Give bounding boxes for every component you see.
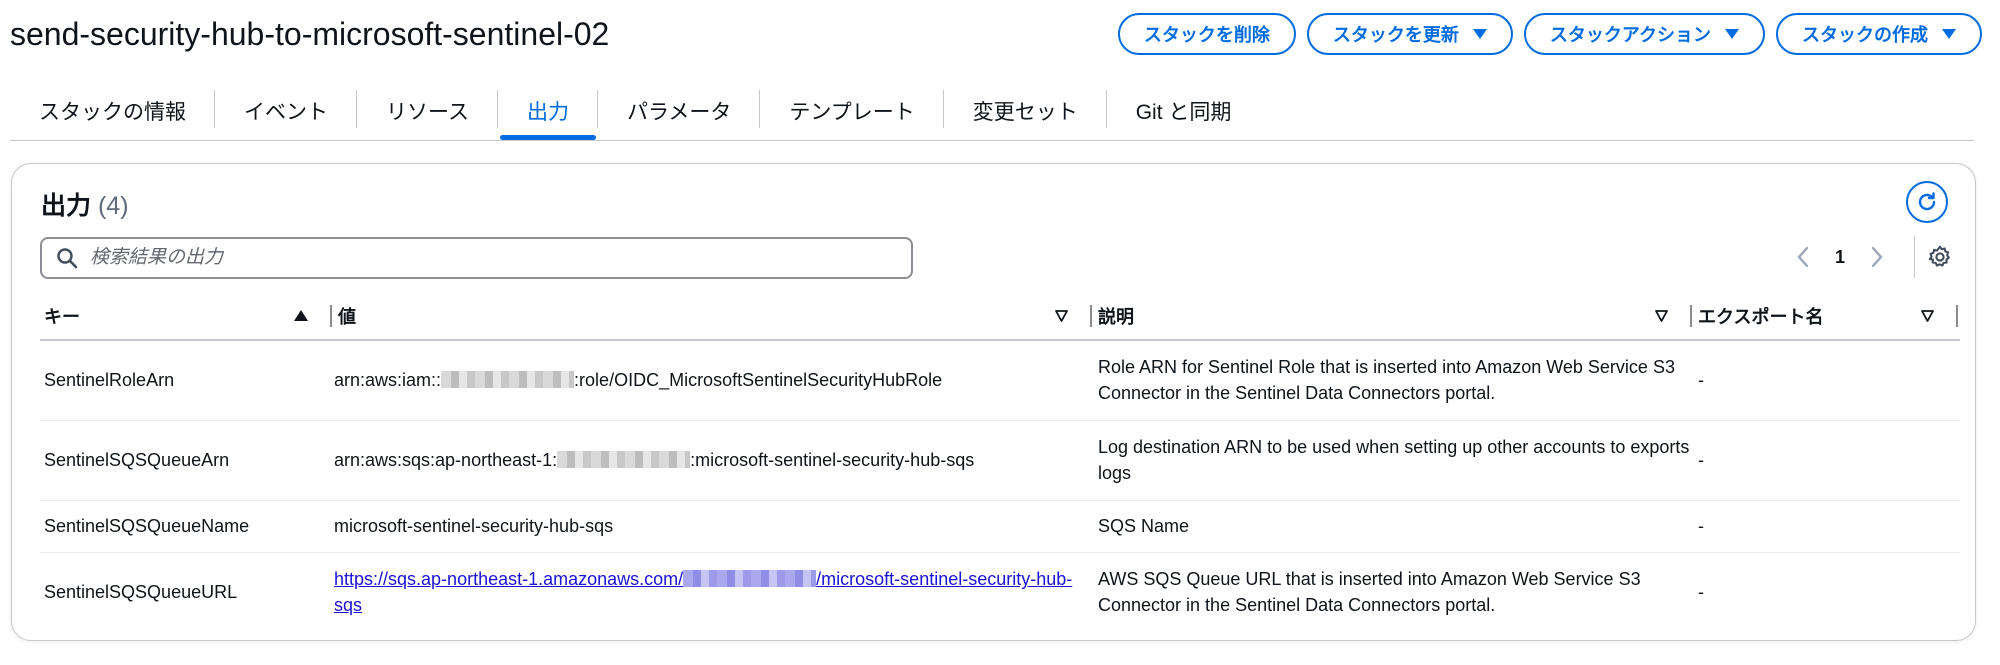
outputs-table: キー 値 説明 エクスポート名 SentinelRoleArn arn:aws:…	[40, 292, 1960, 632]
tab-events[interactable]: イベント	[215, 86, 357, 140]
cell-value: microsoft-sentinel-security-hub-sqs	[334, 500, 1094, 553]
tab-template[interactable]: テンプレート	[760, 86, 944, 140]
tab-label: 出力	[526, 101, 569, 124]
cell-export-name: -	[1694, 500, 1960, 553]
table-header-row: キー 値 説明 エクスポート名	[40, 292, 1960, 341]
refresh-button[interactable]	[1906, 181, 1948, 223]
cell-value: arn:aws:sqs:ap-northeast-1: :microsoft-se…	[334, 420, 1094, 501]
tab-parameters[interactable]: パラメータ	[598, 86, 761, 140]
pagination: 1	[1792, 242, 1888, 272]
cell-export-name: -	[1694, 340, 1960, 421]
cell-export-name: -	[1698, 582, 1704, 603]
gear-icon	[1928, 245, 1950, 267]
link-prefix: https://sqs.ap-northeast-1.amazonaws.com…	[334, 569, 684, 590]
column-resizer[interactable]	[1690, 305, 1692, 327]
search-icon	[57, 248, 78, 269]
chevron-left-icon	[1797, 246, 1809, 268]
create-stack-label: スタックの作成	[1802, 25, 1928, 45]
stack-title: send-security-hub-to-microsoft-sentinel-…	[10, 16, 610, 52]
sort-unsorted-icon	[1655, 309, 1668, 322]
column-resizer[interactable]	[1956, 305, 1958, 327]
cell-export-name: -	[1694, 420, 1960, 501]
refresh-icon	[1918, 192, 1936, 211]
panel-title-text: 出力	[41, 192, 92, 220]
page-header: send-security-hub-to-microsoft-sentinel-…	[0, 0, 2000, 76]
table-row: SentinelSQSQueueName microsoft-sentinel-…	[40, 500, 1960, 553]
table-row: SentinelSQSQueueArn arn:aws:sqs:ap-north…	[40, 420, 1960, 501]
tab-resources[interactable]: リソース	[357, 86, 498, 140]
sort-unsorted-icon	[1921, 309, 1934, 322]
value-suffix: :role/OIDC_MicrosoftSentinelSecurityHubR…	[574, 370, 943, 391]
output-count: (4)	[97, 192, 129, 220]
search-box	[40, 237, 913, 279]
caret-down-icon	[1942, 29, 1956, 39]
tab-git-sync[interactable]: Git と同期	[1107, 86, 1261, 140]
column-header-label: 説明	[1098, 306, 1134, 327]
cell-key: SentinelSQSQueueName	[40, 500, 334, 553]
chevron-right-icon	[1871, 246, 1883, 268]
cell-description: Role ARN for Sentinel Role that is inser…	[1094, 340, 1694, 421]
redacted-account-id	[683, 570, 817, 588]
queue-url-link[interactable]: https://sqs.ap-northeast-1.amazonaws.com…	[334, 569, 1072, 615]
column-resizer[interactable]	[1090, 305, 1092, 327]
column-header-export-name[interactable]: エクスポート名	[1694, 292, 1960, 341]
stack-actions-label: スタックアクション	[1549, 25, 1711, 45]
table-row: SentinelRoleArn arn:aws:iam:::role/OIDC_…	[40, 340, 1960, 421]
create-stack-button[interactable]: スタックの作成	[1776, 13, 1982, 55]
redacted-account-id	[441, 371, 575, 389]
sort-ascending-icon	[294, 310, 308, 321]
redacted-account-id	[557, 451, 691, 468]
update-stack-button[interactable]: スタックを更新	[1306, 13, 1513, 55]
cell-key: SentinelRoleArn	[40, 340, 334, 421]
column-header-label: 値	[338, 306, 356, 327]
caret-down-icon	[1472, 29, 1487, 39]
cell-description: SQS Name	[1094, 500, 1694, 553]
cell-description: Log destination ARN to be used when sett…	[1094, 420, 1694, 501]
tabs-divider	[10, 140, 1974, 141]
tab-label: パラメータ	[626, 101, 732, 124]
tab-label: テンプレート	[789, 101, 915, 124]
tab-label: スタックの情報	[39, 101, 186, 124]
column-header-label: キー	[44, 306, 80, 327]
pager-divider	[1914, 236, 1915, 278]
delete-stack-button[interactable]: スタックを削除	[1117, 13, 1296, 55]
stack-actions-bar: スタックを削除 スタックを更新 スタックアクション スタックの作成	[1117, 13, 1982, 55]
value-suffix: :microsoft-sentinel-security-hub-sqs	[690, 450, 975, 470]
next-page-button[interactable]	[1866, 242, 1888, 272]
column-header-key[interactable]: キー	[40, 292, 334, 341]
delete-stack-label: スタックを削除	[1143, 25, 1270, 45]
cell-key: SentinelSQSQueueURL	[44, 582, 238, 603]
caret-down-icon	[1725, 29, 1739, 39]
column-header-description[interactable]: 説明	[1094, 292, 1694, 341]
tab-label: イベント	[244, 101, 328, 124]
update-stack-label: スタックを更新	[1332, 25, 1459, 45]
value-prefix: arn:aws:sqs:ap-northeast-1:	[334, 450, 558, 470]
cell-value: arn:aws:iam:::role/OIDC_MicrosoftSentine…	[334, 340, 1094, 421]
tab-label: 変更セット	[972, 101, 1078, 124]
column-header-label: エクスポート名	[1698, 306, 1824, 327]
preferences-button[interactable]	[1927, 244, 1953, 270]
tab-outputs[interactable]: 出力	[498, 86, 598, 140]
table-row: SentinelSQSQueueURL https://sqs.ap-north…	[40, 552, 1960, 632]
sort-unsorted-icon	[1055, 309, 1068, 322]
column-header-value[interactable]: 値	[334, 292, 1094, 341]
prev-page-button[interactable]	[1792, 242, 1814, 272]
tab-change-sets[interactable]: 変更セット	[944, 86, 1107, 140]
outputs-panel: 出力 (4) 1	[11, 163, 1976, 641]
tab-label: Git と同期	[1135, 101, 1232, 124]
cell-value: https://sqs.ap-northeast-1.amazonaws.com…	[334, 552, 1094, 632]
value-prefix: arn:aws:iam::	[334, 370, 442, 391]
stack-actions-button[interactable]: スタックアクション	[1523, 13, 1765, 55]
search-input[interactable]	[90, 247, 870, 269]
cell-description: AWS SQS Queue URL that is inserted into …	[1098, 569, 1641, 616]
tab-stack-info[interactable]: スタックの情報	[10, 86, 215, 140]
tab-label: リソース	[386, 101, 469, 124]
page-number[interactable]: 1	[1830, 247, 1850, 268]
column-resizer[interactable]	[330, 305, 332, 327]
tab-bar: スタックの情報 イベント リソース 出力 パラメータ テンプレート 変更セット …	[10, 86, 1260, 140]
cell-key: SentinelSQSQueueArn	[40, 420, 334, 501]
panel-title: 出力 (4)	[41, 186, 129, 222]
